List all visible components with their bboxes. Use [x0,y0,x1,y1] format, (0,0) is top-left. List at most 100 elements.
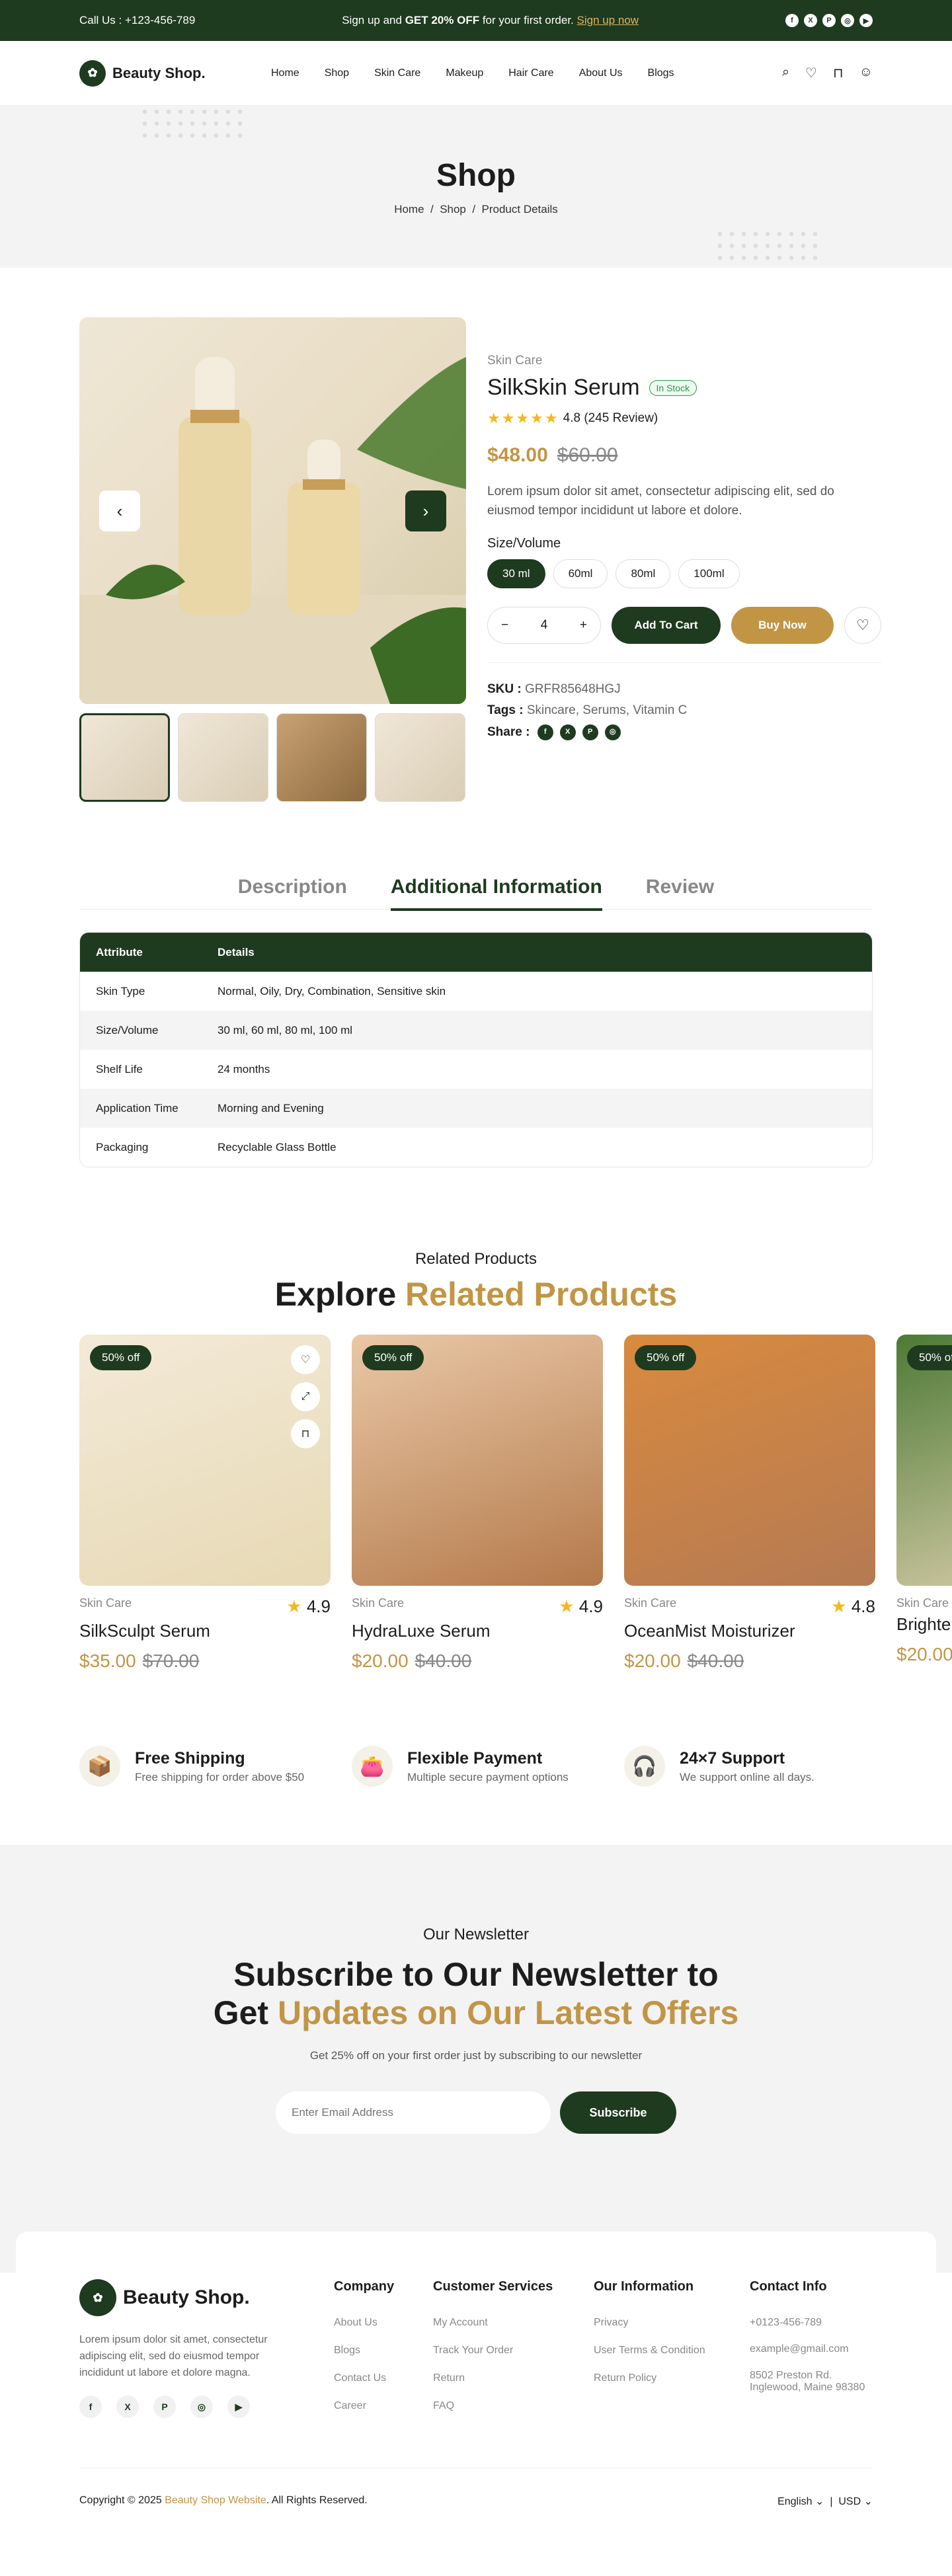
footer-link[interactable]: Track Your Order [433,2345,594,2357]
contact-phone[interactable]: +0123-456-789 [750,2317,869,2329]
pinterest-icon[interactable]: P [582,724,598,740]
currency-select[interactable]: USD [838,2496,861,2507]
product-card-name[interactable]: HydraLuxe Serum [352,1621,603,1641]
product-card-name[interactable]: OceanMist Moisturizer [624,1621,875,1641]
tab-review[interactable]: Review [646,876,714,898]
footer-about: Lorem ipsum dolor sit amet, consectetur … [79,2334,268,2378]
product-card-name[interactable]: Brighten [896,1614,952,1635]
footer-contact: Contact Info +0123-456-789 example@gmail.… [750,2279,869,2428]
product-card[interactable]: 50% off Skin Care ★ 4.8 OceanMist Moistur… [624,1335,875,1672]
signup-link[interactable]: Sign up now [577,14,639,26]
footer-link[interactable]: Contact Us [334,2372,433,2384]
headset-icon: 🎧 [624,1746,665,1787]
footer-link[interactable]: About Us [334,2317,433,2329]
instagram-icon[interactable]: ◎ [604,724,621,740]
buy-now-button[interactable]: Buy Now [731,607,834,644]
footer-link[interactable]: User Terms & Condition [594,2345,750,2357]
facebook-icon[interactable]: f [79,2396,102,2419]
thumbnail-3[interactable] [276,713,367,802]
add-to-cart-button[interactable]: Add To Cart [612,607,721,644]
instagram-icon[interactable]: ◎ [841,14,854,27]
product-category: Skin Care [487,354,543,368]
product-card[interactable]: 50% off Skin Care Brighten $20.00 [896,1335,952,1672]
size-option-60ml[interactable]: 60ml [553,559,608,588]
x-icon[interactable]: X [116,2396,139,2419]
nav-home[interactable]: Home [271,67,299,79]
youtube-icon[interactable]: ▶ [227,2396,250,2419]
breadcrumb-current: Product Details [481,203,558,215]
product-card[interactable]: 50% off Skin Care ★ 4.9 HydraLuxe Serum $… [352,1335,603,1672]
table-row: Packaging Recyclable Glass Bottle [96,1140,337,1153]
footer-link[interactable]: Return [433,2372,594,2384]
footer-link[interactable]: Blogs [334,2345,433,2357]
breadcrumb-home[interactable]: Home [394,203,424,215]
page-title: Shop [436,158,516,193]
newsletter-section: Our Newsletter Subscribe to Our Newslett… [0,1845,952,2273]
product-card-name[interactable]: SilkSculpt Serum [79,1621,331,1641]
quantity-stepper: − 4 + [487,607,601,644]
user-icon[interactable]: ☺ [859,65,873,81]
nav-hair-care[interactable]: Hair Care [508,67,553,79]
product-meta: SKU : GRFR85648HGJ Tags : Skincare, Seru… [487,662,881,743]
copyright-link[interactable]: Beauty Shop Website [165,2495,266,2506]
footer-link[interactable]: Return Policy [594,2372,750,2384]
pinterest-icon[interactable]: P [153,2396,176,2419]
footer-link[interactable]: Privacy [594,2317,750,2329]
breadcrumb-shop[interactable]: Shop [440,203,466,215]
product-card[interactable]: 50% off ♡ ⤢ ⊓ Skin Care ★ 4.9 SilkSculpt Se… [79,1335,331,1672]
tab-description[interactable]: Description [238,876,347,898]
x-icon[interactable]: X [804,14,817,27]
thumbnail-1[interactable] [79,713,170,802]
facebook-icon[interactable]: f [785,14,799,27]
discount-badge: 50% off [362,1345,424,1370]
header: ✿ Beauty Shop. Home Shop Skin Care Makeup… [0,41,952,106]
thumbnail-4[interactable] [375,713,465,802]
prev-image-button[interactable]: ‹ [99,490,140,531]
tags-value: Skincare, Serums, Vitamin C [526,703,688,718]
heart-icon[interactable]: ♡ [805,65,817,81]
nav-shop[interactable]: Shop [325,67,349,79]
logo[interactable]: ✿ Beauty Shop. [79,59,271,87]
nav-makeup[interactable]: Makeup [446,67,483,79]
minus-icon[interactable]: − [501,618,508,633]
language-select[interactable]: English [777,2496,812,2507]
email-field[interactable] [276,2091,551,2134]
next-image-button[interactable]: › [405,490,446,531]
tab-additional-information[interactable]: Additional Information [390,876,602,911]
nav-about-us[interactable]: About Us [579,67,623,79]
size-option-100ml[interactable]: 100ml [678,559,740,588]
product-name: SilkSkin Serum [487,375,640,400]
header-icons: ⌕ ♡ ⊓ ☺ [782,65,873,81]
share-icons: f X P ◎ [537,724,621,740]
page-hero: Shop Home / Shop / Product Details [0,106,952,268]
nav-blogs[interactable]: Blogs [648,67,674,79]
youtube-icon[interactable]: ▶ [859,14,873,27]
nav-skin-care[interactable]: Skin Care [374,67,420,79]
plus-icon[interactable]: + [580,618,587,633]
footer-logo[interactable]: ✿ Beauty Shop. [79,2279,271,2316]
table-header: Attribute Details [80,933,872,972]
product-price: $48.00 $60.00 [487,444,618,466]
bag-icon[interactable]: ⊓ [291,1419,320,1448]
footer: ✿ Beauty Shop. Lorem ipsum dolor sit amet… [16,2232,936,2561]
wishlist-heart-icon[interactable]: ♡ [844,607,881,644]
thumbnail-2[interactable] [178,713,268,802]
footer-bottom: Copyright © 2025 Beauty Shop Website. Al… [79,2468,873,2508]
footer-link[interactable]: My Account [433,2317,594,2329]
search-icon[interactable]: ⌕ [782,65,789,81]
size-option-80ml[interactable]: 80ml [615,559,671,588]
facebook-icon[interactable]: f [537,724,553,740]
bag-icon[interactable]: ⊓ [833,65,844,81]
size-option-30ml[interactable]: 30 ml [487,559,545,588]
contact-email[interactable]: example@gmail.com [750,2343,869,2355]
x-icon[interactable]: X [559,724,576,740]
pinterest-icon[interactable]: P [822,14,836,27]
subscribe-button[interactable]: Subscribe [560,2091,676,2134]
footer-link[interactable]: FAQ [433,2400,594,2412]
instagram-icon[interactable]: ◎ [190,2396,213,2419]
quantity-value[interactable]: 4 [541,618,548,633]
expand-icon[interactable]: ⤢ [291,1382,320,1411]
heart-icon[interactable]: ♡ [291,1345,320,1374]
footer-link[interactable]: Career [334,2400,433,2412]
related-products: Related Products Explore Related Product… [0,1250,952,1672]
